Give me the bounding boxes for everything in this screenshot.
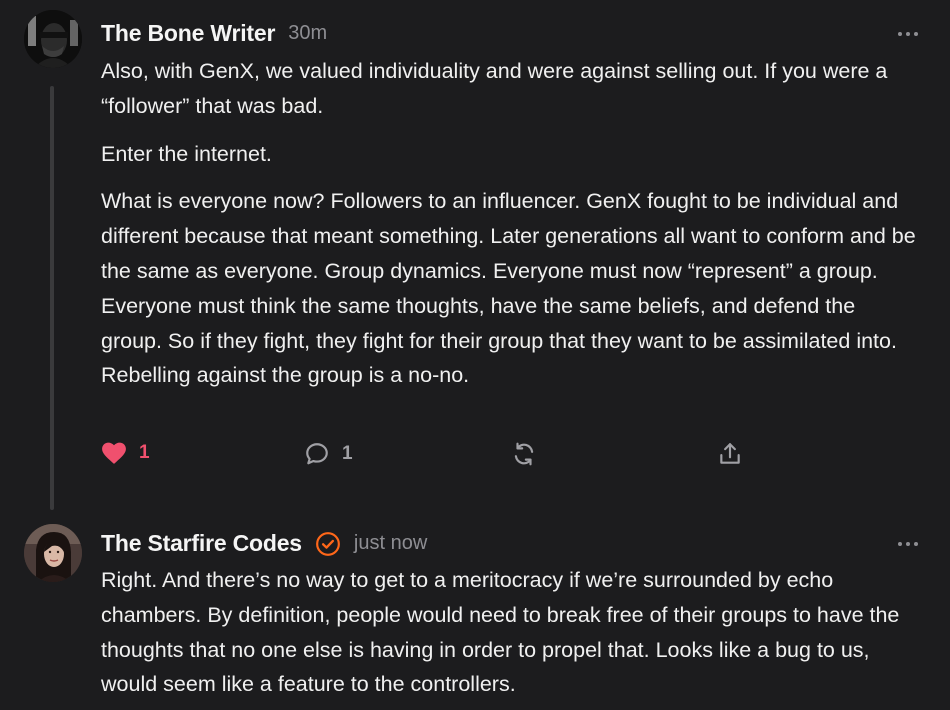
thread-line [50, 86, 54, 510]
verified-check-icon [315, 531, 341, 557]
comment-body: Also, with GenX, we valued individuality… [101, 54, 921, 406]
comment-header: The Starfire Codes just now [101, 530, 427, 557]
avatar-bone-writer[interactable] [24, 10, 82, 68]
like-count: 1 [139, 442, 150, 463]
share-icon [720, 443, 740, 464]
heart-icon [102, 442, 126, 464]
comment-body: Right. And there’s no way to get to a me… [101, 563, 921, 702]
comment-paragraph: Also, with GenX, we valued individuality… [101, 59, 888, 118]
more-dots-icon[interactable] [898, 541, 918, 547]
avatar-starfire-codes[interactable] [24, 524, 82, 582]
comment-paragraph: Enter the internet. [101, 141, 272, 166]
comment-bubble-icon [306, 443, 328, 465]
comment-paragraph: Right. And there’s no way to get to a me… [101, 568, 900, 697]
more-dots-icon[interactable] [898, 31, 918, 37]
like-button[interactable]: 1 [101, 441, 150, 465]
reply-button[interactable]: 1 [304, 441, 353, 467]
reply-count: 1 [342, 443, 353, 464]
comment-header: The Bone Writer 30m [101, 20, 327, 47]
author-name[interactable]: The Starfire Codes [101, 530, 302, 557]
comment-thread: The Bone Writer 30m Also, with GenX, we … [0, 0, 950, 710]
comment-paragraph: What is everyone now? Followers to an in… [101, 189, 916, 388]
restack-icon [514, 442, 534, 466]
timestamp[interactable]: just now [354, 532, 427, 555]
comment-actions: 1 1 [101, 441, 761, 475]
author-name[interactable]: The Bone Writer [101, 20, 275, 47]
timestamp[interactable]: 30m [288, 22, 327, 45]
restack-button[interactable] [511, 441, 537, 467]
share-button[interactable] [717, 441, 743, 467]
